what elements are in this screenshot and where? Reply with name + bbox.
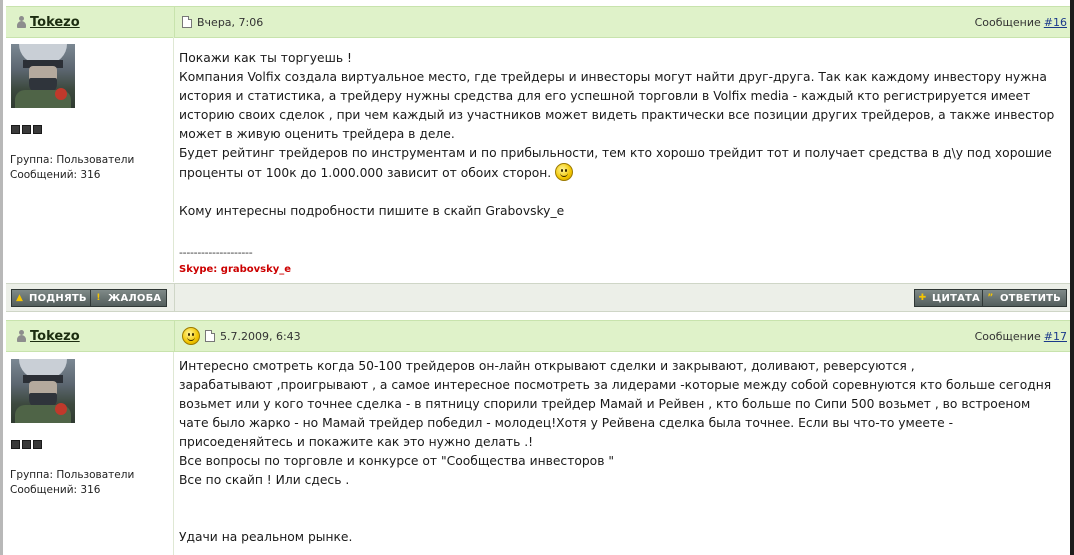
post-text-contact: Кому интересны подробности пишите в скай… (179, 204, 565, 218)
arrow-up-icon: ▲ (15, 293, 24, 303)
post-body: Интересно смотреть когда 50-100 трейдеро… (179, 359, 1052, 544)
reply-button[interactable]: ” ОТВЕТИТЬ (981, 289, 1067, 307)
header-divider (174, 321, 175, 351)
quote-marks-icon: ” (987, 293, 994, 303)
body-divider (173, 37, 174, 282)
author-post-count: Сообщений: 316 (10, 484, 101, 496)
post-footer: ▲ ПОДНЯТЬ ! ЖАЛОБА ✚ ЦИТАТА ” ОТВЕТИТЬ (6, 283, 1070, 312)
rank-pips (11, 125, 42, 134)
signature-divider: -------------------- (179, 246, 253, 259)
post-number-label: Сообщение (974, 329, 1041, 343)
smiley-icon (555, 163, 574, 181)
report-button[interactable]: ! ЖАЛОБА (90, 289, 168, 307)
rank-pips (11, 440, 42, 449)
bump-button[interactable]: ▲ ПОДНЯТЬ (11, 289, 93, 307)
header-divider (174, 7, 175, 37)
author-name[interactable]: Tokezo (30, 15, 80, 30)
post-number: Сообщение #17 (975, 321, 1067, 351)
smiley-icon (182, 327, 200, 345)
avatar[interactable] (11, 44, 75, 108)
post-text: Покажи как ты торгуешь ! Компания Volfix… (179, 51, 1055, 180)
post-date: Вчера, 7:06 (197, 15, 264, 29)
post-meta: Вчера, 7:06 (182, 7, 263, 37)
author-name[interactable]: Tokezo (30, 329, 80, 344)
window-right-edge (1070, 0, 1074, 555)
user-icon (16, 330, 27, 342)
author-info: Группа: Пользователи Сообщений: 316 (10, 468, 134, 498)
exclamation-icon: ! (96, 293, 101, 303)
post-header: Tokezo Вчера, 7:06 Сообщение #16 (6, 6, 1070, 38)
post-date: 5.7.2009, 6:43 (220, 329, 301, 343)
user-icon (16, 16, 27, 28)
document-icon (205, 330, 215, 342)
document-icon (182, 16, 192, 28)
forum-post: Tokezo Вчера, 7:06 Сообщение #16 Группа:… (3, 0, 1070, 315)
post-meta: 5.7.2009, 6:43 (182, 321, 301, 351)
author-group: Группа: Пользователи (10, 154, 135, 166)
avatar[interactable] (11, 359, 75, 423)
post-number: Сообщение #16 (975, 7, 1067, 37)
post-number-link[interactable]: #17 (1044, 330, 1067, 343)
plus-icon: ✚ (918, 293, 927, 303)
post-number-link[interactable]: #16 (1044, 16, 1067, 29)
post-author[interactable]: Tokezo (16, 321, 80, 351)
post-header: Tokezo 5.7.2009, 6:43 Сообщение #17 (6, 320, 1070, 352)
quote-button[interactable]: ✚ ЦИТАТА (914, 289, 986, 307)
post-body: Покажи как ты торгуешь ! Компания Volfix… (179, 49, 1061, 221)
author-info: Группа: Пользователи Сообщений: 316 (10, 153, 134, 183)
post-author[interactable]: Tokezo (16, 7, 80, 37)
post-number-label: Сообщение (974, 15, 1041, 29)
author-group: Группа: Пользователи (10, 469, 135, 481)
signature: Skype: grabovsky_e (179, 264, 292, 275)
author-post-count: Сообщений: 316 (10, 169, 101, 181)
body-divider (173, 352, 174, 555)
forum-post: Tokezo 5.7.2009, 6:43 Сообщение #17 Груп… (3, 315, 1070, 555)
